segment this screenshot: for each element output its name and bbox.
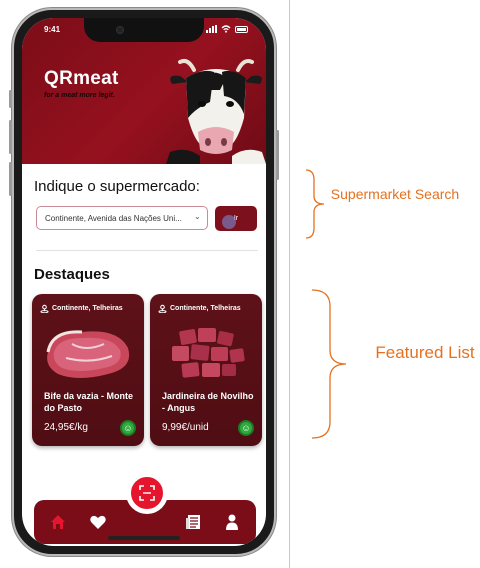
supermarket-select[interactable]: Continente, Avenida das Nações Uni... [36, 206, 208, 230]
qr-verified-icon[interactable]: ☺ [238, 420, 254, 436]
power-button [276, 130, 279, 180]
mute-switch [9, 90, 12, 108]
card-price: 24,95€/kg [44, 422, 88, 433]
home-icon[interactable] [48, 512, 68, 532]
card-store: Continente, Telheiras [158, 304, 241, 313]
status-icons [206, 25, 248, 33]
wifi-icon [221, 25, 231, 33]
home-indicator [108, 536, 180, 540]
annotation-featured-list: Featured List [375, 343, 475, 362]
status-time: 9:41 [44, 25, 61, 34]
featured-title: Destaques [34, 266, 110, 283]
annotation-supermarket-search: Supermarket Search [330, 186, 460, 202]
location-pin-icon [158, 304, 167, 313]
signal-icon [206, 25, 217, 33]
section-divider [36, 250, 258, 251]
battery-icon [235, 25, 248, 33]
app-tagline: for a meat more legit. [44, 92, 115, 99]
card-store-label: Continente, Telheiras [170, 305, 241, 312]
qr-verified-icon[interactable]: ☺ [120, 420, 136, 436]
notch [84, 18, 204, 42]
cow-illustration [166, 59, 266, 164]
card-store: Continente, Telheiras [40, 304, 123, 313]
diced-meat-image [172, 328, 245, 378]
app-screen: 9:41 QRmeat for a meat more legit. Indiq… [22, 18, 266, 546]
card-product-name: Jardineira de Novilho - Angus [162, 391, 254, 413]
brace-supermarket-search [305, 169, 325, 239]
supermarket-search-title: Indique o supermercado: [34, 178, 200, 195]
phone-frame: 9:41 QRmeat for a meat more legit. Indiq… [9, 8, 279, 556]
featured-card[interactable]: Continente, Telheiras Bife da vazia - Mo… [32, 294, 144, 446]
card-store-label: Continente, Telheiras [52, 305, 123, 312]
steak-image [46, 330, 130, 378]
touch-indicator [222, 215, 236, 229]
featured-card[interactable]: Continente, Telheiras Jardineira de Novi… [150, 294, 262, 446]
qr-scan-icon [139, 485, 155, 501]
location-pin-icon [40, 304, 49, 313]
volume-up-button [9, 120, 12, 154]
chevron-down-icon: ⌄ [194, 212, 201, 221]
volume-down-button [9, 162, 12, 196]
heart-icon[interactable] [88, 512, 108, 532]
card-product-name: Bife da vazia - Monte do Pasto [44, 391, 134, 413]
mockup-stage: 9:41 QRmeat for a meat more legit. Indiq… [0, 0, 480, 568]
qr-scan-button[interactable] [126, 472, 168, 514]
divider-line [289, 0, 290, 568]
card-price: 9,99€/unid [162, 422, 209, 433]
news-icon[interactable] [184, 512, 204, 532]
go-button[interactable]: Ir [215, 206, 257, 231]
app-title: QRmeat [44, 68, 119, 89]
user-icon[interactable] [222, 512, 242, 532]
brace-featured-list [311, 289, 347, 439]
